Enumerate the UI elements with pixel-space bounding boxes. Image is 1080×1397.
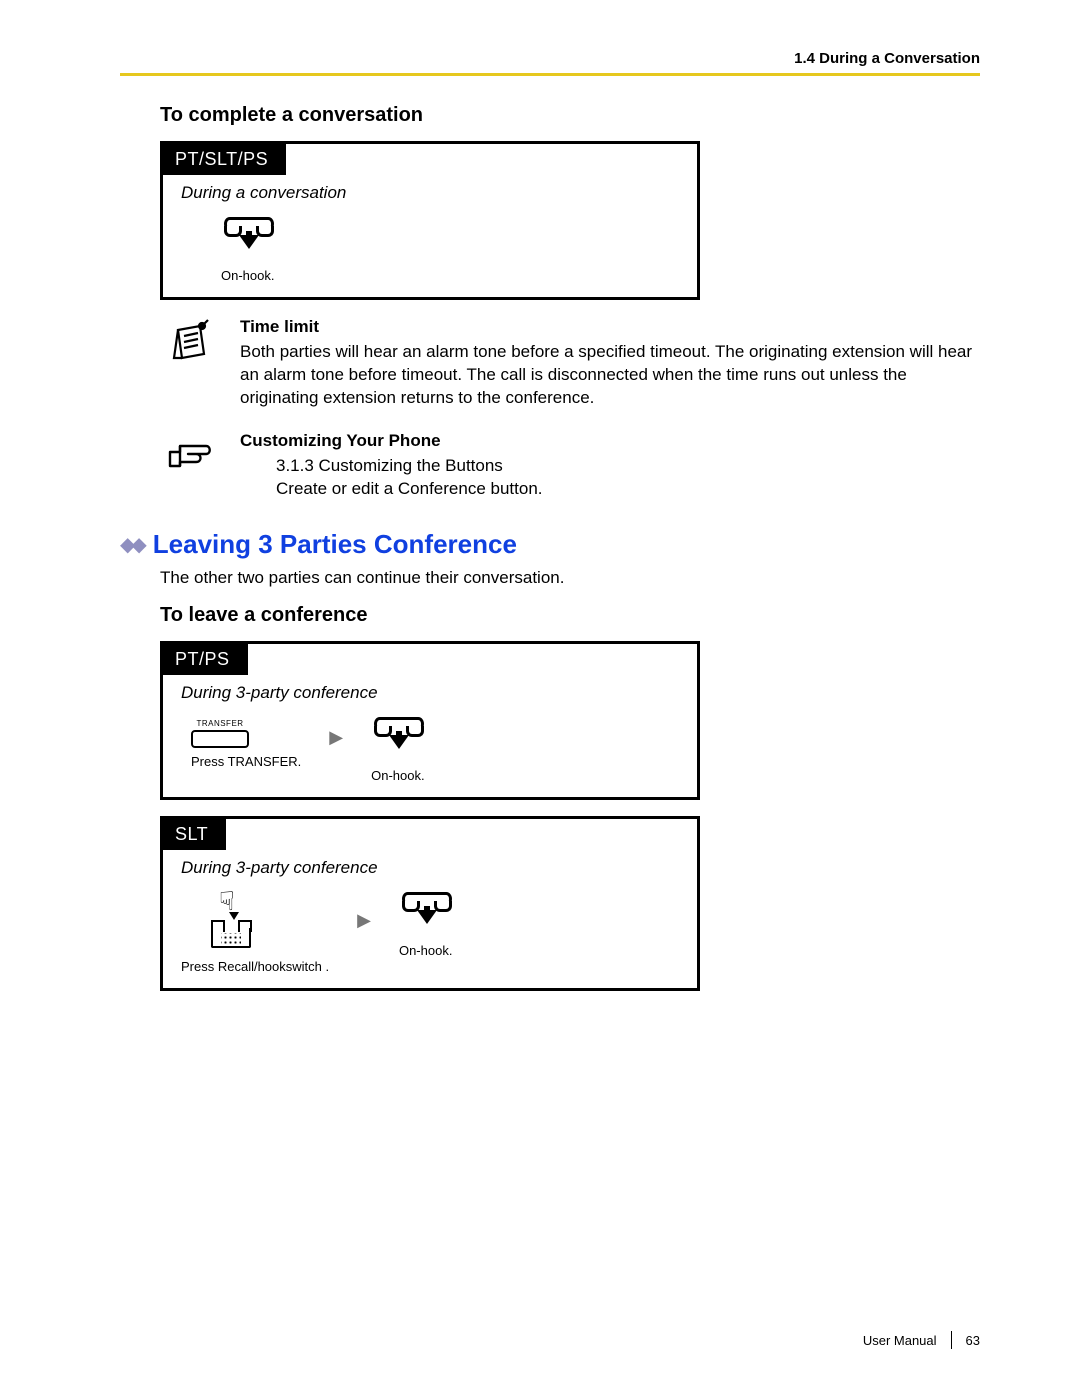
pointing-hand-icon — [166, 432, 214, 485]
footer-divider — [951, 1331, 952, 1349]
procedure-leave-ptps: PT/PS During 3-party conference TRANSFER… — [160, 641, 700, 800]
note-time-limit: Time limit Both parties will hear an ala… — [160, 316, 980, 410]
section-heading-row: ◆◆ Leaving 3 Parties Conference — [160, 529, 980, 560]
onhook-icon — [399, 888, 455, 932]
footer-manual-label: User Manual — [863, 1333, 937, 1348]
step-caption: On-hook. — [221, 268, 277, 283]
context-label: During 3-party conference — [181, 683, 679, 703]
step-recall: ☟ Press Recall/hookswitch . — [181, 888, 329, 974]
context-label: During a conversation — [181, 183, 679, 203]
step-onhook: On-hook. — [399, 888, 455, 958]
step-caption: On-hook. — [371, 768, 427, 783]
customize-line1: 3.1.3 Customizing the Buttons — [276, 455, 543, 478]
note-body: Both parties will hear an alarm tone bef… — [240, 342, 972, 407]
header-divider — [120, 73, 980, 76]
diamond-bullets-icon: ◆◆ — [120, 532, 143, 557]
procedure-leave-slt: SLT During 3-party conference ☟ Press Re… — [160, 816, 700, 991]
device-tab: SLT — [163, 819, 226, 850]
recall-hookswitch-icon: ☟ — [201, 888, 261, 948]
arrow-right-icon: ▶ — [357, 910, 371, 931]
onhook-icon — [221, 213, 277, 257]
arrow-right-icon: ▶ — [329, 727, 343, 748]
step-caption: Press Recall/hookswitch . — [181, 959, 329, 974]
procedure-complete: PT/SLT/PS During a conversation On-hook. — [160, 141, 700, 300]
step-caption: Press TRANSFER. — [191, 754, 301, 769]
customize-title: Customizing Your Phone — [240, 430, 543, 453]
section-intro: The other two parties can continue their… — [160, 568, 980, 588]
customize-ref: Customizing Your Phone 3.1.3 Customizing… — [160, 430, 980, 501]
onhook-icon — [371, 713, 427, 757]
step-transfer: TRANSFER Press TRANSFER. — [181, 713, 301, 769]
memo-icon — [166, 318, 214, 371]
subheading-leave: To leave a conference — [160, 604, 980, 627]
context-label: During 3-party conference — [181, 858, 679, 878]
page-footer: User Manual 63 — [863, 1331, 980, 1349]
step-onhook: On-hook. — [181, 213, 277, 283]
step-caption: On-hook. — [399, 943, 455, 958]
step-onhook: On-hook. — [371, 713, 427, 783]
transfer-key-label: TRANSFER — [191, 719, 249, 728]
transfer-button-icon: TRANSFER — [191, 719, 249, 748]
section-title: Leaving 3 Parties Conference — [153, 529, 517, 560]
note-title: Time limit — [240, 316, 980, 339]
subheading-complete: To complete a conversation — [160, 104, 980, 127]
device-tab: PT/SLT/PS — [163, 144, 286, 175]
page-header: 1.4 During a Conversation — [120, 50, 980, 67]
customize-line2: Create or edit a Conference button. — [276, 478, 543, 501]
device-tab: PT/PS — [163, 644, 248, 675]
footer-page-number: 63 — [966, 1333, 980, 1348]
